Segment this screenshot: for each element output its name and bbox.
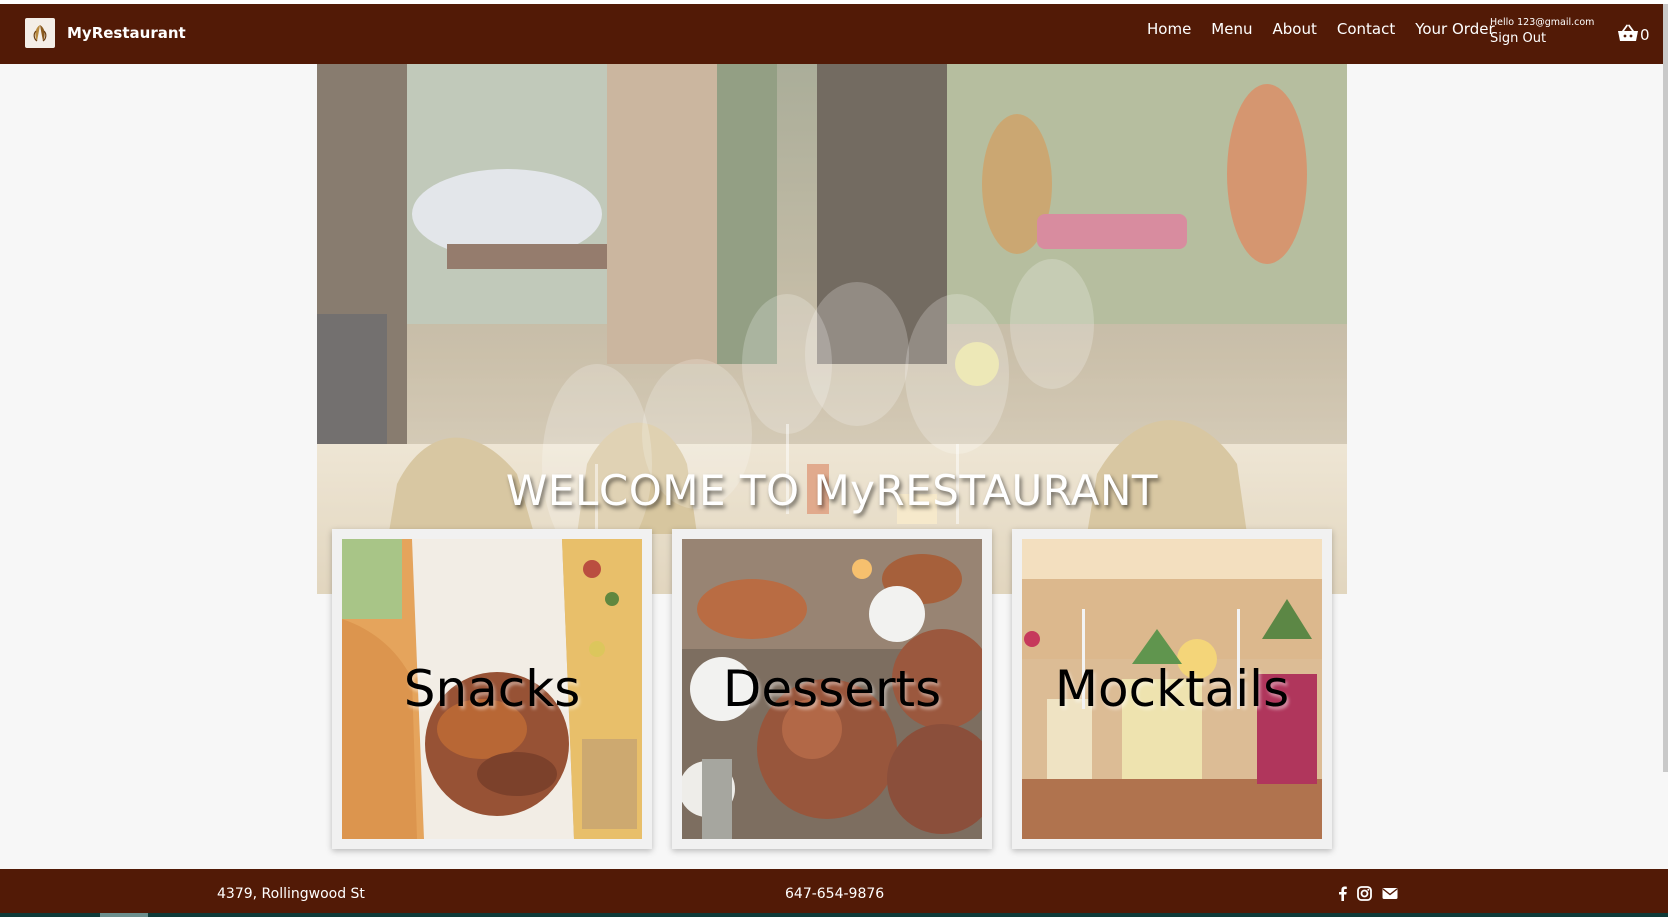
scrollbar[interactable] xyxy=(1663,4,1668,772)
instagram-icon[interactable] xyxy=(1357,886,1372,905)
category-card-snacks[interactable]: Snacks xyxy=(332,529,652,849)
category-card-mocktails[interactable]: Mocktails xyxy=(1012,529,1332,849)
category-label-desserts: Desserts xyxy=(722,660,942,718)
cart-button[interactable]: 0 xyxy=(1617,24,1650,46)
horizontal-scroll-thumb[interactable] xyxy=(100,913,148,917)
sign-out-link[interactable]: Sign Out xyxy=(1490,31,1594,46)
envelope-icon[interactable] xyxy=(1382,887,1398,904)
cart-count: 0 xyxy=(1640,26,1650,44)
user-box: Hello 123@gmail.com Sign Out xyxy=(1490,17,1594,46)
category-card-desserts[interactable]: Desserts xyxy=(672,529,992,849)
footer-address: 4379, Rollingwood St xyxy=(217,886,365,902)
category-label-snacks: Snacks xyxy=(403,660,581,718)
facebook-icon[interactable] xyxy=(1338,886,1347,905)
social-icons xyxy=(1338,886,1408,905)
footer-phone: 647-654-9876 xyxy=(785,886,885,902)
hero-title: WELCOME TO MyRESTAURANT xyxy=(505,466,1159,515)
nav-link-your-order[interactable]: Your Order xyxy=(1415,20,1494,38)
basket-icon xyxy=(1617,24,1639,46)
footer: 4379, Rollingwood St 647-654-9876 xyxy=(0,869,1668,913)
nav-link-contact[interactable]: Contact xyxy=(1337,20,1395,38)
hero-banner: WELCOME TO MyRESTAURANT xyxy=(317,64,1347,594)
brand-name: MyRestaurant xyxy=(67,24,186,42)
brand[interactable]: MyRestaurant xyxy=(25,18,186,48)
user-greeting: Hello 123@gmail.com xyxy=(1490,17,1595,28)
nav-link-home[interactable]: Home xyxy=(1147,20,1191,38)
navbar: MyRestaurant Home Menu About Contact You… xyxy=(0,4,1663,64)
nav-links: Home Menu About Contact Your Order xyxy=(1147,20,1515,38)
restaurant-logo-icon xyxy=(25,18,55,48)
nav-link-about[interactable]: About xyxy=(1272,20,1316,38)
nav-link-menu[interactable]: Menu xyxy=(1211,20,1252,38)
category-label-mocktails: Mocktails xyxy=(1054,660,1290,718)
taskbar-strip xyxy=(0,913,1668,917)
